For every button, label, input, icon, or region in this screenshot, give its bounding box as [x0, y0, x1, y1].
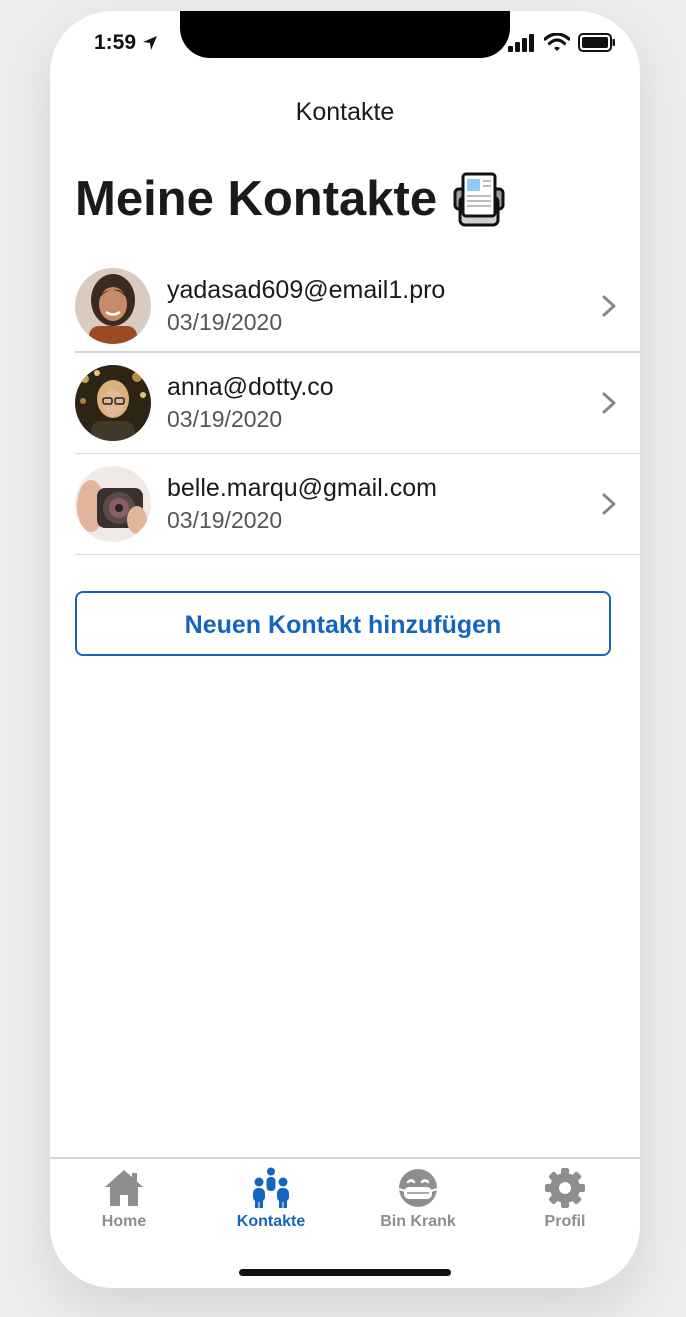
tab-profile-label: Profil	[544, 1213, 586, 1230]
notch	[180, 11, 510, 58]
contact-email: yadasad609@email1.pro	[167, 276, 446, 304]
contact-email: anna@dotty.co	[167, 373, 334, 401]
contacts-icon	[253, 1167, 289, 1208]
status-time: 1:59	[94, 31, 158, 55]
add-contact-button[interactable]: Neuen Kontakt hinzufügen	[75, 591, 611, 656]
card-index-icon	[453, 172, 505, 227]
contact-date: 03/19/2020	[167, 507, 283, 533]
contact-date: 03/19/2020	[167, 309, 283, 335]
tab-contacts[interactable]: Kontakte	[211, 1167, 331, 1231]
chevron-right-icon	[602, 392, 616, 414]
wifi-icon	[544, 33, 570, 51]
page-title: Meine Kontakte	[75, 171, 505, 227]
avatar	[75, 268, 151, 344]
tab-profile[interactable]: Profil	[505, 1167, 625, 1231]
location-arrow-icon	[143, 36, 158, 50]
home-indicator[interactable]	[239, 1269, 451, 1276]
avatar	[75, 365, 151, 441]
contact-row[interactable]: yadasad609@email1.pro 03/19/2020	[75, 261, 640, 353]
sick-face-icon	[398, 1169, 438, 1207]
chevron-right-icon	[602, 493, 616, 515]
tab-sick[interactable]: Bin Krank	[358, 1167, 478, 1231]
tab-home-label: Home	[101, 1213, 147, 1230]
tab-sick-label: Bin Krank	[380, 1213, 456, 1230]
page-title-label: Meine Kontakte	[75, 172, 438, 226]
status-icons	[508, 33, 616, 52]
phone-frame: 1:59 Kontakte Meine Kontakte yadasad609@…	[50, 11, 640, 1288]
contact-email: belle.marqu@gmail.com	[167, 474, 437, 502]
home-icon	[105, 1170, 143, 1206]
avatar	[75, 466, 151, 542]
tab-home[interactable]: Home	[64, 1167, 184, 1231]
battery-icon	[578, 33, 615, 52]
contact-date: 03/19/2020	[167, 406, 283, 432]
contact-row[interactable]: belle.marqu@gmail.com 03/19/2020	[75, 454, 640, 555]
contact-list: yadasad609@email1.pro 03/19/2020 anna@do…	[75, 261, 640, 555]
gear-icon	[545, 1168, 585, 1208]
contact-row[interactable]: anna@dotty.co 03/19/2020	[75, 353, 640, 454]
contact-text: belle.marqu@gmail.com 03/19/2020	[167, 472, 437, 536]
contact-text: anna@dotty.co 03/19/2020	[167, 371, 334, 435]
nav-title: Kontakte	[295, 98, 395, 126]
cellular-signal-icon	[508, 33, 534, 52]
chevron-right-icon	[602, 295, 616, 317]
status-time-label: 1:59	[94, 31, 137, 54]
tab-contacts-label: Kontakte	[236, 1213, 306, 1230]
contact-text: yadasad609@email1.pro 03/19/2020	[167, 274, 445, 338]
